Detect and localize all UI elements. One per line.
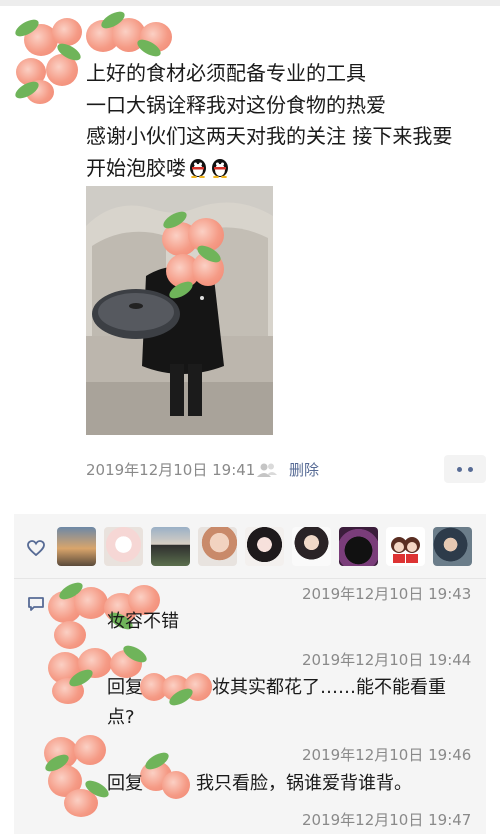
- likes-divider: [14, 578, 486, 579]
- post-line-2: 一口大锅诠释我对这份食物的热爱: [86, 92, 386, 117]
- comment-time: 2019年12月10日 19:43: [302, 585, 472, 603]
- post-line-4: 开始泡胶喽: [86, 155, 186, 180]
- comment-reply-prefix[interactable]: 回复: [107, 673, 143, 703]
- poster-name-mask: [86, 8, 176, 60]
- comment-text-wrap[interactable]: 点?: [107, 703, 135, 733]
- like-avatar[interactable]: [386, 527, 425, 566]
- post-timestamp: 2019年12月10日 19:41: [86, 461, 256, 479]
- delete-button[interactable]: 删除: [289, 458, 319, 482]
- top-status-strip: [0, 0, 500, 6]
- like-avatar[interactable]: [198, 527, 237, 566]
- photo-image: [86, 186, 273, 435]
- post-line-3: 感谢小伙们这两天对我的关注 接下来我要: [86, 124, 453, 148]
- comment-time: 2019年12月10日 19:46: [302, 746, 472, 764]
- like-avatar[interactable]: [57, 527, 96, 566]
- comment-icon: [28, 597, 44, 611]
- comment-time: 2019年12月10日 19:47: [302, 811, 472, 829]
- poster-avatar[interactable]: [12, 14, 84, 106]
- like-avatar[interactable]: [151, 527, 190, 566]
- like-avatar[interactable]: [339, 527, 378, 566]
- like-avatar[interactable]: [104, 527, 143, 566]
- post-text: 上好的食材必须配备专业的工具 一口大锅诠释我对这份食物的热爱 感谢小伙们这两天对…: [86, 58, 486, 184]
- visibility-group-icon[interactable]: [256, 461, 278, 479]
- like-avatar[interactable]: [245, 527, 284, 566]
- post-photo[interactable]: [86, 186, 273, 435]
- post-line-1: 上好的食材必须配备专业的工具: [86, 61, 366, 85]
- comment-reply-prefix[interactable]: 回复: [107, 769, 143, 799]
- more-actions-button[interactable]: [444, 455, 486, 483]
- comment-text[interactable]: 我只看脸，锅谁爱背谁背。: [196, 769, 412, 799]
- like-avatar[interactable]: [433, 527, 472, 566]
- like-avatar[interactable]: [292, 527, 331, 566]
- penguin-emoji-icon: [190, 158, 206, 178]
- comment-text[interactable]: 妆其实都花了……能不能看重: [212, 673, 446, 703]
- comment-time: 2019年12月10日 19:44: [302, 651, 472, 669]
- dot-icon: [457, 466, 462, 472]
- penguin-emoji-icon: [212, 158, 228, 178]
- avatar-image: [391, 537, 420, 563]
- dot-icon: [468, 466, 473, 472]
- heart-icon: [27, 540, 45, 556]
- comment-text[interactable]: 妆容不错: [107, 607, 179, 637]
